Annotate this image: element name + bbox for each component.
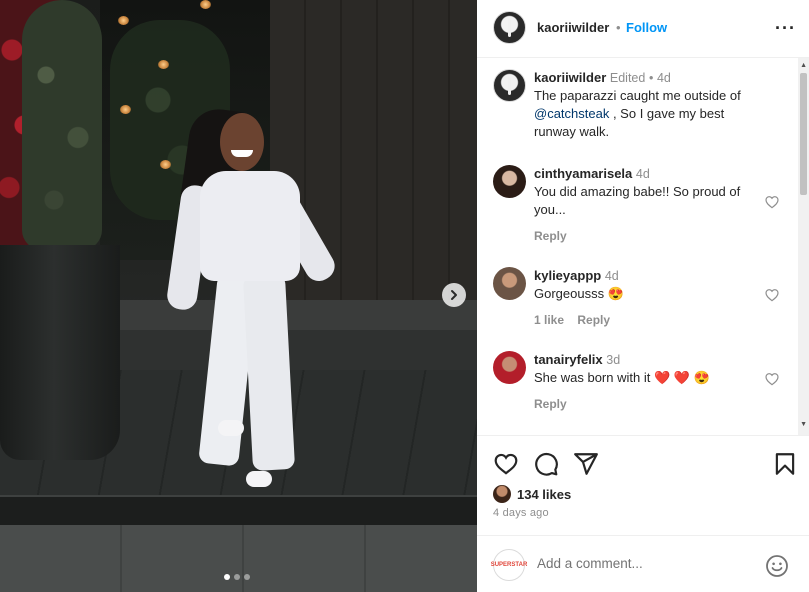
likes-count[interactable]: 134 likes (517, 487, 571, 502)
mention-link[interactable]: @catchsteak (534, 106, 609, 121)
comments-list[interactable]: kaoriiwilder Edited • 4d The paparazzi c… (477, 58, 809, 435)
comment-like-count[interactable]: 1 like (534, 313, 564, 327)
liker-avatar (493, 485, 511, 503)
caption-text-start: The paparazzi caught me outside of (534, 88, 741, 103)
bookmark-icon[interactable] (772, 451, 798, 477)
carousel-indicator (224, 574, 250, 580)
comment-body: cinthyamarisela 4d You did amazing babe!… (534, 165, 754, 219)
like-comment-icon[interactable] (764, 287, 780, 303)
topiary-bush (22, 0, 102, 250)
comment-username[interactable]: kylieyappp (534, 268, 601, 283)
author-avatar[interactable] (493, 69, 526, 102)
lower-pavement (0, 525, 477, 592)
carousel-dot (234, 574, 240, 580)
lamp-light (158, 60, 169, 69)
shoe (246, 471, 272, 487)
carousel-dot (244, 574, 250, 580)
hoodie (200, 171, 300, 281)
separator-dot: • (648, 71, 654, 85)
comment-text: She was born with it ❤️ ❤️ 😍 (534, 370, 710, 385)
like-comment-icon[interactable] (764, 371, 780, 387)
comment-text: You did amazing babe!! So proud of you..… (534, 184, 741, 217)
comment-actions: Reply (534, 229, 577, 243)
comment-icon[interactable] (533, 451, 559, 477)
caption-age: 4d (656, 71, 671, 85)
comment-body: kylieyappp 4d Gorgeousss 😍 (534, 267, 754, 303)
comment-age: 4d (635, 167, 650, 181)
carousel-dot-active (224, 574, 230, 580)
commenter-avatar[interactable] (493, 351, 526, 384)
current-user-avatar: SUPERSTAR (491, 549, 527, 581)
shoe (218, 420, 244, 436)
share-icon[interactable] (573, 451, 599, 477)
post-timestamp[interactable]: 4 days ago (493, 507, 549, 519)
more-options-icon[interactable]: ··· (775, 18, 796, 39)
caption-username[interactable]: kaoriiwilder (534, 70, 606, 85)
lamp-light (120, 105, 131, 114)
reply-button[interactable]: Reply (534, 397, 567, 411)
girl-figure (165, 105, 340, 495)
smile (231, 150, 253, 157)
separator-dot: • (616, 20, 621, 35)
comment-username[interactable]: tanairyfelix (534, 352, 603, 367)
comment-username[interactable]: cinthyamarisela (534, 166, 632, 181)
likes-row[interactable]: 134 likes (493, 483, 571, 505)
caption-edited: Edited (609, 71, 646, 85)
divider (477, 535, 809, 536)
reply-button[interactable]: Reply (534, 229, 567, 243)
ledge (0, 495, 477, 525)
lamp-light (118, 16, 129, 25)
comment-age: 3d (606, 353, 621, 367)
heart-icon[interactable] (493, 451, 519, 477)
author-username[interactable]: kaoriiwilder (537, 20, 609, 35)
comment-age: 4d (604, 269, 619, 283)
follow-button[interactable]: Follow (626, 20, 667, 35)
right-leg (242, 274, 296, 471)
scroll-down-arrow-icon[interactable]: ▼ (800, 421, 807, 428)
author-avatar[interactable] (493, 11, 526, 44)
comment-actions: 1 like Reply (534, 313, 620, 327)
add-comment-input[interactable] (537, 556, 757, 571)
scroll-up-arrow-icon[interactable]: ▲ (800, 62, 807, 69)
post-header: kaoriiwilder • Follow ··· (477, 0, 809, 58)
scrollbar-thumb[interactable] (800, 73, 807, 195)
post-sidebar: kaoriiwilder • Follow ··· kaoriiwilder E… (477, 0, 809, 592)
post-image[interactable] (0, 0, 477, 592)
comment-body: tanairyfelix 3d She was born with it ❤️ … (534, 351, 754, 387)
comment-text: Gorgeousss 😍 (534, 286, 624, 301)
like-comment-icon[interactable] (764, 194, 780, 210)
carousel-next-button[interactable] (442, 283, 466, 307)
planter-pot (0, 245, 120, 460)
commenter-avatar[interactable] (493, 165, 526, 198)
comment-actions: Reply (534, 397, 577, 411)
commenter-avatar[interactable] (493, 267, 526, 300)
face (220, 113, 264, 171)
caption-body: kaoriiwilder Edited • 4d The paparazzi c… (534, 69, 754, 141)
emoji-icon[interactable] (765, 554, 789, 578)
chevron-right-icon (451, 290, 457, 300)
reply-button[interactable]: Reply (577, 313, 610, 327)
lamp-light (200, 0, 211, 9)
divider (477, 435, 809, 436)
